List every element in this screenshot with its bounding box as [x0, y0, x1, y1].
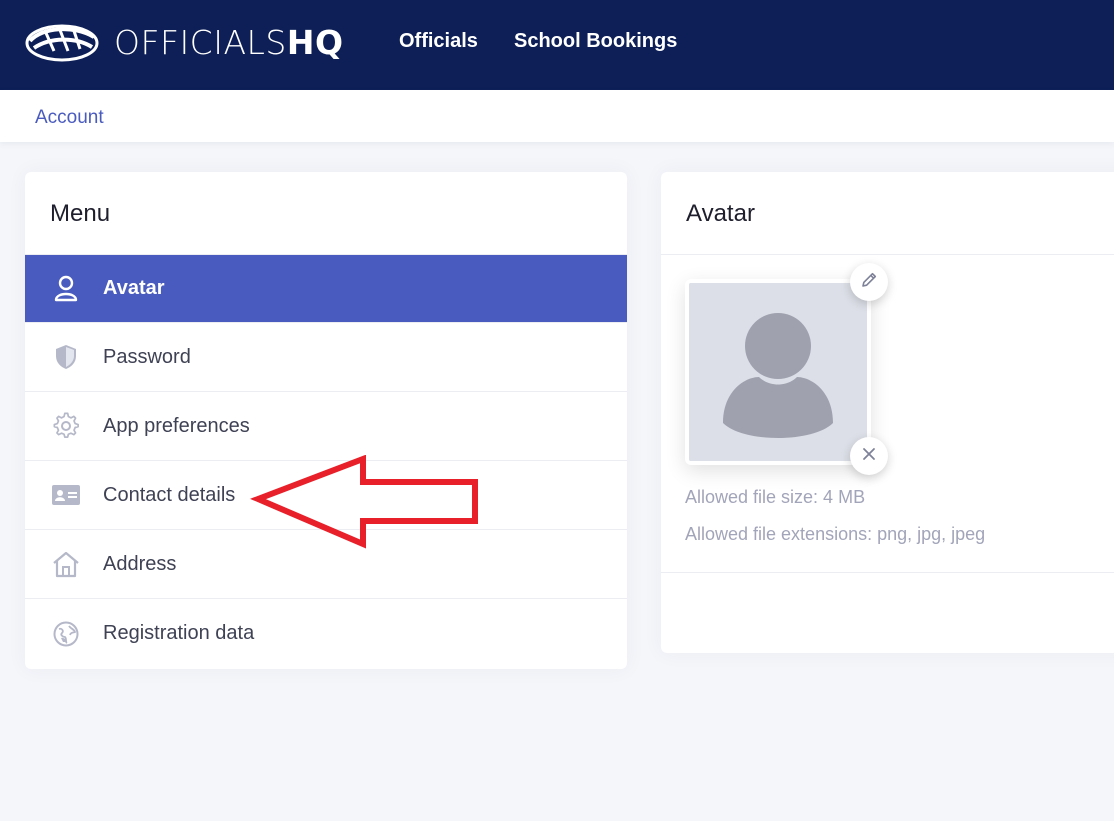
- menu-item-registration-data[interactable]: Registration data: [25, 599, 627, 668]
- menu-item-label: Address: [103, 552, 177, 575]
- breadcrumb: Account: [0, 90, 1114, 142]
- avatar-image[interactable]: [685, 279, 871, 465]
- menu-item-label: App preferences: [103, 414, 250, 437]
- file-extensions-hint: Allowed file extensions: png, jpg, jpeg: [685, 524, 986, 544]
- remove-avatar-button[interactable]: [850, 437, 888, 475]
- nav-school-bookings[interactable]: School Bookings: [514, 30, 677, 53]
- pencil-icon: [860, 271, 878, 294]
- divider: [661, 572, 1114, 573]
- close-icon: [861, 446, 877, 467]
- divider: [661, 254, 1114, 255]
- id-card-icon: [51, 480, 81, 510]
- shield-icon: [51, 342, 81, 372]
- file-size-hint: Allowed file size: 4 MB: [685, 487, 866, 507]
- menu-item-label: Contact details: [103, 483, 236, 506]
- menu-title: Menu: [50, 200, 111, 227]
- home-icon: [51, 549, 81, 579]
- menu-item-label: Registration data: [103, 622, 255, 644]
- menu-card: Menu Avatar Password App preferences Con…: [25, 172, 627, 669]
- menu-item-label: Avatar: [103, 277, 165, 299]
- avatar-card: Avatar Allowed file size: 4 MB Allowed f…: [661, 172, 1114, 653]
- menu-item-app-preferences[interactable]: App preferences: [25, 392, 627, 461]
- menu-item-avatar[interactable]: Avatar: [25, 255, 627, 323]
- menu-item-label: Password: [103, 345, 191, 368]
- helmet-logo-icon: [24, 21, 100, 63]
- avatar-title: Avatar: [686, 200, 755, 227]
- globe-icon: [51, 619, 81, 649]
- avatar-placeholder-icon: [689, 283, 867, 461]
- menu-item-password[interactable]: Password: [25, 323, 627, 392]
- brand-name: OFFICIALSHQ: [114, 22, 344, 62]
- annotation-arrow-icon: [250, 454, 480, 555]
- top-navbar: OFFICIALSHQ Officials School Bookings: [0, 0, 1114, 90]
- edit-avatar-button[interactable]: [850, 263, 888, 301]
- gear-icon: [51, 411, 81, 441]
- user-icon: [51, 274, 81, 304]
- nav-officials[interactable]: Officials: [399, 30, 478, 53]
- brand-logo[interactable]: OFFICIALSHQ: [24, 20, 344, 64]
- breadcrumb-account-link[interactable]: Account: [35, 107, 104, 129]
